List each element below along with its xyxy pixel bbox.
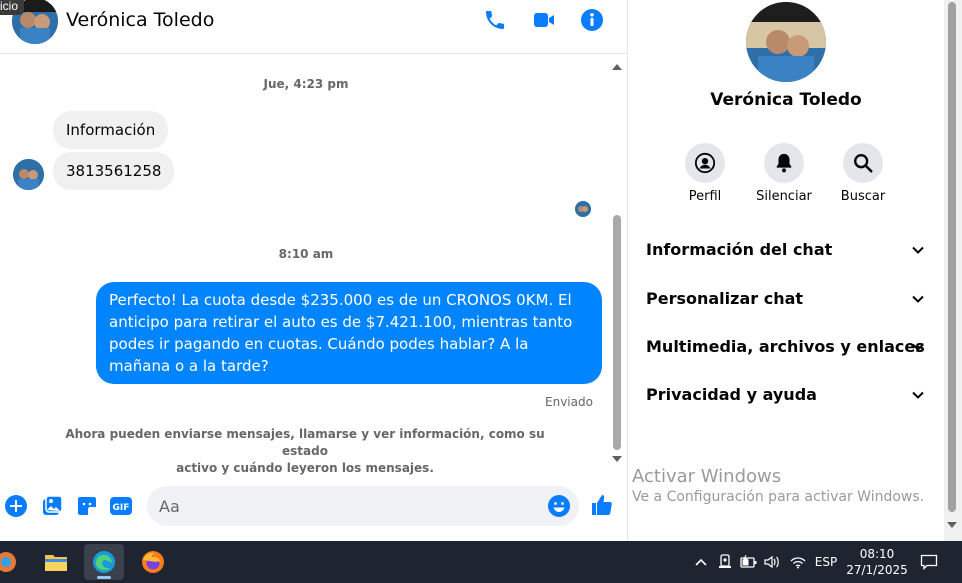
message-list: Jue, 4:23 pm Información 3813561258 8:10… bbox=[0, 55, 612, 475]
profile-action-button[interactable]: Perfil bbox=[670, 143, 740, 204]
battery-charging-icon bbox=[740, 555, 757, 568]
tray-network[interactable] bbox=[787, 541, 809, 583]
edge-icon bbox=[93, 551, 115, 573]
incoming-message[interactable]: 3813561258 bbox=[53, 152, 175, 190]
section-label: Personalizar chat bbox=[646, 289, 804, 308]
section-label: Información del chat bbox=[646, 240, 833, 259]
notification-icon bbox=[920, 554, 938, 570]
phone-call-icon[interactable] bbox=[483, 8, 507, 32]
window-scrollbar[interactable] bbox=[944, 0, 962, 541]
chevron-down-icon bbox=[912, 295, 924, 303]
wifi-icon bbox=[790, 557, 806, 569]
encryption-notice: Ahora pueden enviarse mensajes, llamarse… bbox=[60, 426, 550, 475]
chevron-down-icon bbox=[912, 246, 924, 254]
timestamp: Jue, 4:23 pm bbox=[263, 77, 349, 91]
profile-name: Verónica Toledo bbox=[710, 90, 862, 110]
message-input[interactable] bbox=[159, 486, 539, 526]
info-icon[interactable] bbox=[580, 8, 604, 32]
scroll-down-arrow[interactable] bbox=[612, 456, 622, 462]
window-scroll-thumb[interactable] bbox=[948, 2, 956, 512]
incoming-message[interactable]: Información bbox=[53, 111, 169, 149]
taskbar: ESP 08:10 27/1/2025 bbox=[0, 541, 962, 583]
window-scroll-down-arrow[interactable] bbox=[947, 522, 957, 528]
language-indicator[interactable]: ESP bbox=[812, 541, 840, 583]
svg-text:GIF: GIF bbox=[113, 503, 130, 513]
scroll-up-arrow[interactable] bbox=[612, 64, 622, 70]
scroll-thumb[interactable] bbox=[613, 215, 621, 450]
firefox-button[interactable] bbox=[133, 544, 173, 580]
section-customize-chat[interactable]: Personalizar chat bbox=[636, 279, 932, 319]
action-label: Silenciar bbox=[756, 189, 812, 204]
sender-avatar bbox=[13, 159, 44, 190]
emoji-icon[interactable] bbox=[547, 494, 571, 518]
read-receipt-avatar bbox=[575, 201, 591, 217]
taskbar-clock[interactable]: 08:10 27/1/2025 bbox=[843, 546, 911, 578]
contact-name[interactable]: Verónica Toledo bbox=[66, 9, 214, 31]
watermark-title: Activar Windows bbox=[632, 466, 782, 487]
gif-icon[interactable]: GIF bbox=[109, 494, 133, 518]
profile-icon bbox=[694, 152, 716, 174]
chevron-up-icon bbox=[695, 558, 707, 566]
start-tooltip: icio bbox=[0, 0, 25, 15]
timestamp: 8:10 am bbox=[278, 247, 334, 261]
profile-avatar[interactable] bbox=[746, 2, 826, 82]
tray-meet-now[interactable] bbox=[714, 541, 736, 583]
clock-date: 27/1/2025 bbox=[846, 563, 908, 577]
watermark-subtitle: Ve a Configuración para activar Windows. bbox=[632, 489, 925, 505]
copilot-icon bbox=[0, 552, 16, 572]
search-icon bbox=[854, 154, 873, 173]
chevron-down-icon bbox=[912, 343, 924, 351]
section-privacy-help[interactable]: Privacidad y ayuda bbox=[636, 375, 932, 415]
search-action-button[interactable]: Buscar bbox=[828, 143, 898, 204]
tray-volume[interactable] bbox=[762, 541, 784, 583]
bell-icon bbox=[776, 153, 792, 173]
chat-pane: icio Verónica Toledo Jue, 4:23 pm Inform… bbox=[0, 0, 627, 541]
active-indicator bbox=[97, 576, 111, 579]
action-label: Buscar bbox=[840, 189, 886, 204]
notifications-button[interactable] bbox=[916, 541, 942, 583]
file-explorer-button[interactable] bbox=[36, 544, 76, 580]
sticker-icon[interactable] bbox=[75, 494, 99, 518]
firefox-icon bbox=[142, 551, 164, 573]
chevron-down-icon bbox=[912, 391, 924, 399]
chat-header: icio Verónica Toledo bbox=[0, 0, 627, 54]
section-label: Multimedia, archivos y enlaces bbox=[646, 337, 925, 356]
plus-icon[interactable] bbox=[4, 494, 28, 518]
edge-button[interactable] bbox=[84, 544, 124, 580]
speaker-icon bbox=[764, 555, 779, 569]
action-label: Perfil bbox=[688, 189, 722, 204]
tray-battery[interactable] bbox=[738, 541, 760, 583]
chat-info-panel: Verónica Toledo Perfil Silenciar Buscar … bbox=[628, 0, 944, 541]
notice-line: Ahora pueden enviarse mensajes, llamarse… bbox=[65, 427, 545, 458]
notice-line: activo y cuándo leyeron los mensajes. bbox=[176, 461, 434, 475]
folder-icon bbox=[45, 555, 67, 571]
screen: icio Verónica Toledo Jue, 4:23 pm Inform… bbox=[0, 0, 962, 583]
section-label: Privacidad y ayuda bbox=[646, 385, 817, 404]
section-chat-info[interactable]: Información del chat bbox=[636, 230, 932, 270]
photo-icon[interactable] bbox=[40, 494, 64, 518]
device-icon bbox=[719, 554, 731, 568]
section-media-files[interactable]: Multimedia, archivos y enlaces bbox=[636, 327, 932, 367]
message-status: Enviado bbox=[545, 395, 593, 409]
video-call-icon[interactable] bbox=[532, 8, 556, 32]
mute-action-button[interactable]: Silenciar bbox=[749, 143, 819, 204]
thumbs-up-icon[interactable] bbox=[590, 493, 614, 517]
clock-time: 08:10 bbox=[859, 547, 895, 561]
message-scrollbar[interactable] bbox=[610, 60, 624, 468]
composer-bar: GIF bbox=[0, 484, 627, 528]
show-hidden-icons-button[interactable] bbox=[690, 541, 712, 583]
message-input-box[interactable] bbox=[147, 486, 579, 526]
outgoing-message[interactable]: Perfecto! La cuota desde $235.000 es de … bbox=[96, 282, 602, 384]
start-button[interactable] bbox=[0, 544, 26, 580]
activate-windows-watermark: Activar Windows Ve a Configuración para … bbox=[632, 466, 924, 505]
